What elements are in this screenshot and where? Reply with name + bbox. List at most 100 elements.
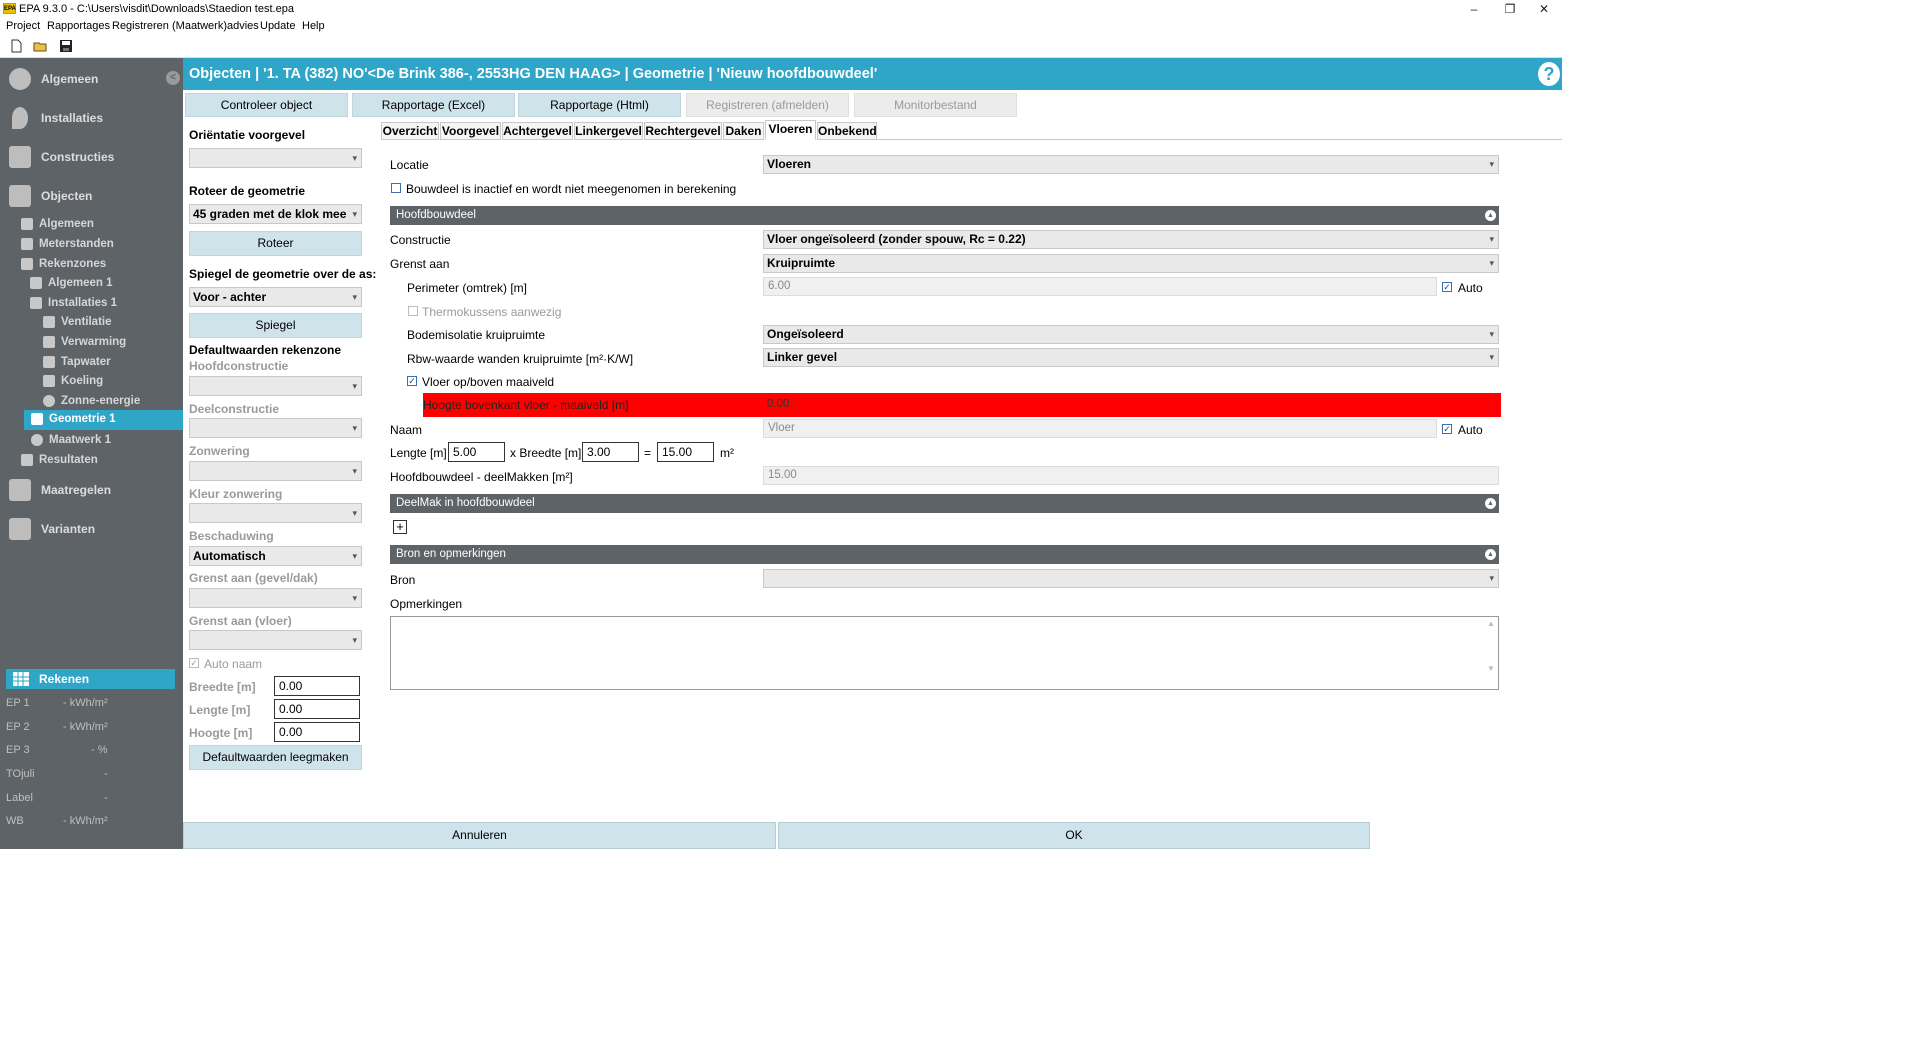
sidebar-item-meterstanden[interactable]: Meterstanden — [21, 235, 181, 254]
breedte-input[interactable]: 0.00 — [274, 676, 360, 696]
calculator-icon — [13, 672, 29, 686]
grens-gevel-select[interactable]: ▾ — [189, 588, 362, 608]
minimize-button[interactable]: – — [1457, 0, 1491, 18]
tab-daken[interactable]: Daken — [723, 122, 764, 140]
area-input[interactable]: 15.00 — [657, 442, 714, 462]
new-file-icon[interactable] — [9, 39, 23, 53]
vloer-maaiveld-checkbox[interactable]: ✓ — [407, 376, 417, 386]
opmerkingen-textarea[interactable]: ▲ ▼ — [390, 616, 1499, 690]
inactief-checkbox[interactable] — [391, 183, 401, 193]
sidebar-item-verwarming[interactable]: Verwarming — [43, 333, 181, 352]
tab-linkergevel[interactable]: Linkergevel — [574, 122, 643, 140]
grenst-aan-select[interactable]: Kruipruimte ▾ — [763, 254, 1499, 273]
rbw-select[interactable]: Linker gevel ▾ — [763, 348, 1499, 367]
rekenen-button[interactable]: Rekenen — [6, 669, 175, 689]
menu-help[interactable]: Help — [302, 20, 325, 32]
sidebar-item-installaties[interactable]: Installaties — [0, 99, 183, 135]
beschaduwing-select[interactable]: Automatisch ▾ — [189, 546, 362, 566]
section-deelmak[interactable]: DeelMak in hoofdbouwdeel ▲ — [390, 494, 1499, 513]
sidebar-item-label: Algemeen — [41, 72, 99, 86]
monitorbestand-button[interactable]: Monitorbestand — [854, 93, 1017, 117]
rapportage-excel-button[interactable]: Rapportage (Excel) — [352, 93, 515, 117]
deelconstructie-select[interactable]: ▾ — [189, 418, 362, 438]
maximize-button[interactable]: ❐ — [1493, 0, 1527, 18]
rapportage-html-button[interactable]: Rapportage (Html) — [518, 93, 681, 117]
sidebar-item-label: Objecten — [41, 189, 93, 203]
menu-update[interactable]: Update — [260, 20, 295, 32]
menu-maatwerkadvies[interactable]: (Maatwerk)advies — [172, 20, 259, 32]
lengte-input[interactable]: 0.00 — [274, 699, 360, 719]
hoogte-input[interactable]: 0.00 — [274, 722, 360, 742]
chevron-up-icon[interactable]: ▲ — [1485, 210, 1496, 221]
textarea-scrollbar[interactable]: ▲ ▼ — [1486, 619, 1496, 687]
sidebar-item-tapwater[interactable]: Tapwater — [43, 353, 181, 372]
orientatie-select[interactable]: ▾ — [189, 148, 362, 168]
auto-naam-checkbox[interactable]: ✓ — [189, 658, 199, 668]
controleer-object-button[interactable]: Controleer object — [185, 93, 348, 117]
sidebar-item-objecten-algemeen[interactable]: Algemeen — [21, 215, 181, 234]
help-icon[interactable]: ? — [1538, 62, 1560, 86]
menu-registreren[interactable]: Registreren — [112, 20, 169, 32]
hoogte-label: Hoogte [m] — [189, 726, 253, 740]
sidebar-item-maatregelen[interactable]: Maatregelen — [0, 471, 183, 507]
sidebar-item-objecten[interactable]: Objecten — [0, 177, 183, 213]
spiegel-select[interactable]: Voor - achter ▾ — [189, 287, 362, 307]
zonwering-select[interactable]: ▾ — [189, 461, 362, 481]
sidebar-item-algemeen-1[interactable]: Algemeen 1 — [30, 274, 180, 293]
perimeter-auto-checkbox[interactable]: ✓ — [1442, 282, 1452, 292]
chevron-up-icon[interactable]: ▲ — [1485, 498, 1496, 509]
roteer-select[interactable]: 45 graden met de klok mee ▾ — [189, 204, 362, 224]
sidebar-item-label: Algemeen — [39, 218, 94, 230]
close-button[interactable]: ✕ — [1527, 0, 1561, 18]
section-hoofdbouwdeel[interactable]: Hoofdbouwdeel ▲ — [390, 206, 1499, 225]
hoogte-input[interactable]: 0.00 — [763, 395, 1499, 415]
tab-onbekend[interactable]: Onbekend — [817, 122, 877, 140]
sidebar-item-maatwerk-1[interactable]: Maatwerk 1 — [31, 431, 181, 450]
sidebar-item-constructies[interactable]: Constructies — [0, 138, 183, 174]
sidebar-item-geometrie-1[interactable]: Geometrie 1 — [24, 410, 183, 430]
tab-overzicht[interactable]: Overzicht — [381, 122, 439, 140]
bron-select[interactable]: ▾ — [763, 569, 1499, 588]
sidebar-item-zonne-energie[interactable]: Zonne-energie — [43, 392, 181, 411]
sidebar-item-koeling[interactable]: Koeling — [43, 372, 181, 391]
hoofdconstructie-select[interactable]: ▾ — [189, 376, 362, 396]
bodemisolatie-select[interactable]: Ongeïsoleerd ▾ — [763, 325, 1499, 344]
sidebar-item-rekenzones[interactable]: Rekenzones — [21, 255, 181, 274]
add-deelmak-icon[interactable]: + — [393, 520, 407, 534]
tab-vloeren[interactable]: Vloeren — [765, 120, 816, 140]
app-logo-icon: EPA — [3, 3, 16, 14]
sidebar-item-varianten[interactable]: Varianten — [0, 510, 183, 546]
registreren-afmelden-button[interactable]: Registreren (afmelden) — [686, 93, 849, 117]
tab-rechtergevel[interactable]: Rechtergevel — [644, 122, 722, 140]
menu-project[interactable]: Project — [6, 20, 40, 32]
save-icon[interactable] — [59, 39, 73, 53]
sidebar-item-resultaten[interactable]: Resultaten — [21, 451, 181, 470]
perimeter-field[interactable]: 6.00 — [763, 277, 1437, 296]
locatie-select[interactable]: Vloeren ▾ — [763, 155, 1499, 174]
lengte-input[interactable]: 5.00 — [448, 442, 505, 462]
tab-voorgevel[interactable]: Voorgevel — [440, 122, 501, 140]
ok-button[interactable]: OK — [778, 822, 1370, 849]
grid-icon — [9, 146, 31, 168]
tab-achtergevel[interactable]: Achtergevel — [502, 122, 573, 140]
defaults-clear-button[interactable]: Defaultwaarden leegmaken — [189, 745, 362, 770]
sidebar-item-algemeen[interactable]: Algemeen — [0, 60, 183, 96]
naam-field[interactable]: Vloer — [763, 419, 1437, 438]
breedte-input[interactable]: 3.00 — [582, 442, 639, 462]
section-bron-opmerkingen[interactable]: Bron en opmerkingen ▲ — [390, 545, 1499, 564]
spiegel-button[interactable]: Spiegel — [189, 313, 362, 338]
naam-auto-checkbox[interactable]: ✓ — [1442, 424, 1452, 434]
result-value: - — [104, 768, 108, 780]
select-value: Vloer ongeïsoleerd (zonder spouw, Rc = 0… — [767, 232, 1026, 246]
menu-rapportages[interactable]: Rapportages — [47, 20, 110, 32]
chevron-up-icon[interactable]: ▲ — [1485, 549, 1496, 560]
annuleren-button[interactable]: Annuleren — [183, 822, 776, 849]
kleur-zonwering-select[interactable]: ▾ — [189, 503, 362, 523]
grens-vloer-select[interactable]: ▾ — [189, 630, 362, 650]
constructie-select[interactable]: Vloer ongeïsoleerd (zonder spouw, Rc = 0… — [763, 230, 1499, 249]
sidebar-item-ventilatie[interactable]: Ventilatie — [43, 313, 181, 332]
thermokussens-checkbox[interactable] — [408, 306, 418, 316]
roteer-button[interactable]: Roteer — [189, 231, 362, 256]
open-folder-icon[interactable] — [33, 39, 47, 53]
sidebar-item-installaties-1[interactable]: Installaties 1 — [30, 294, 180, 313]
